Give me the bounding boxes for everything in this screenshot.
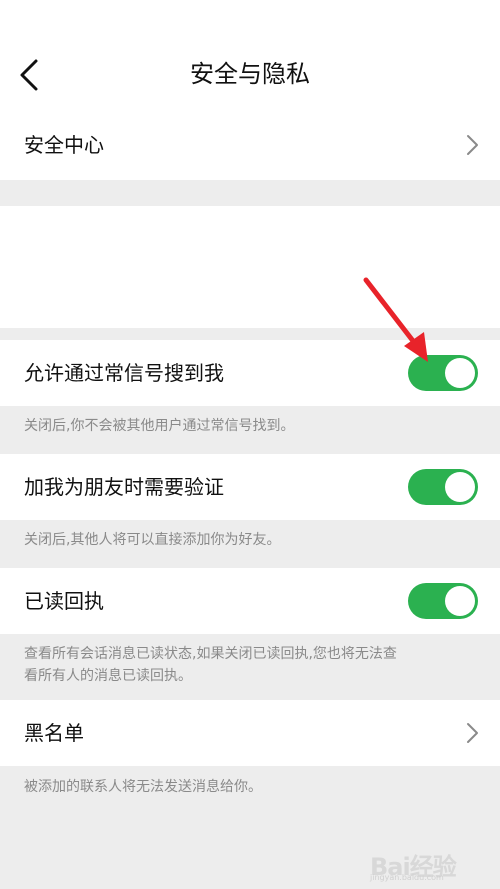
blacklist-label: 黑名单	[24, 721, 84, 745]
read-receipt-toggle[interactable]	[408, 583, 478, 619]
setting-description-verification: 关闭后,其他人将可以直接添加你为好友。	[24, 532, 281, 548]
red-arrow-annotation	[363, 277, 428, 362]
blacklist-description: 被添加的联系人将无法发送消息给你。	[24, 779, 262, 795]
setting-row-read-receipt: 已读回执	[0, 568, 500, 634]
watermark-subtext: jingyan.baidu.com	[370, 873, 444, 882]
baidu-watermark: Bai经验 jingyan.baidu.com	[370, 841, 490, 882]
description-line-2: 看所有人的消息已读回执。	[24, 668, 192, 684]
toggle-knob	[445, 472, 475, 502]
blacklist-row[interactable]: 黑名单	[0, 700, 500, 766]
chevron-right-icon	[467, 135, 478, 155]
toggle-knob	[445, 586, 475, 616]
setting-description-searchable: 关闭后,你不会被其他用户通过常信号找到。	[24, 418, 295, 434]
description-line-1: 查看所有会话消息已读状态,如果关闭已读回执,您也将无法查	[24, 646, 397, 662]
setting-description-read-receipt: 查看所有会话消息已读状态,如果关闭已读回执,您也将无法查 看所有人的消息已读回执…	[24, 643, 480, 687]
setting-row-verification: 加我为朋友时需要验证	[0, 454, 500, 520]
page-title: 安全与隐私	[190, 60, 310, 88]
verification-toggle[interactable]	[408, 469, 478, 505]
setting-label-read-receipt: 已读回执	[24, 589, 104, 613]
navigation-bar: 安全与隐私	[0, 0, 500, 110]
security-center-label: 安全中心	[24, 133, 104, 157]
toggle-knob	[445, 358, 475, 388]
chevron-right-icon	[467, 723, 478, 743]
security-center-row[interactable]: 安全中心	[0, 110, 500, 180]
setting-label-searchable: 允许通过常信号搜到我	[24, 361, 224, 385]
setting-label-verification: 加我为朋友时需要验证	[24, 475, 224, 499]
